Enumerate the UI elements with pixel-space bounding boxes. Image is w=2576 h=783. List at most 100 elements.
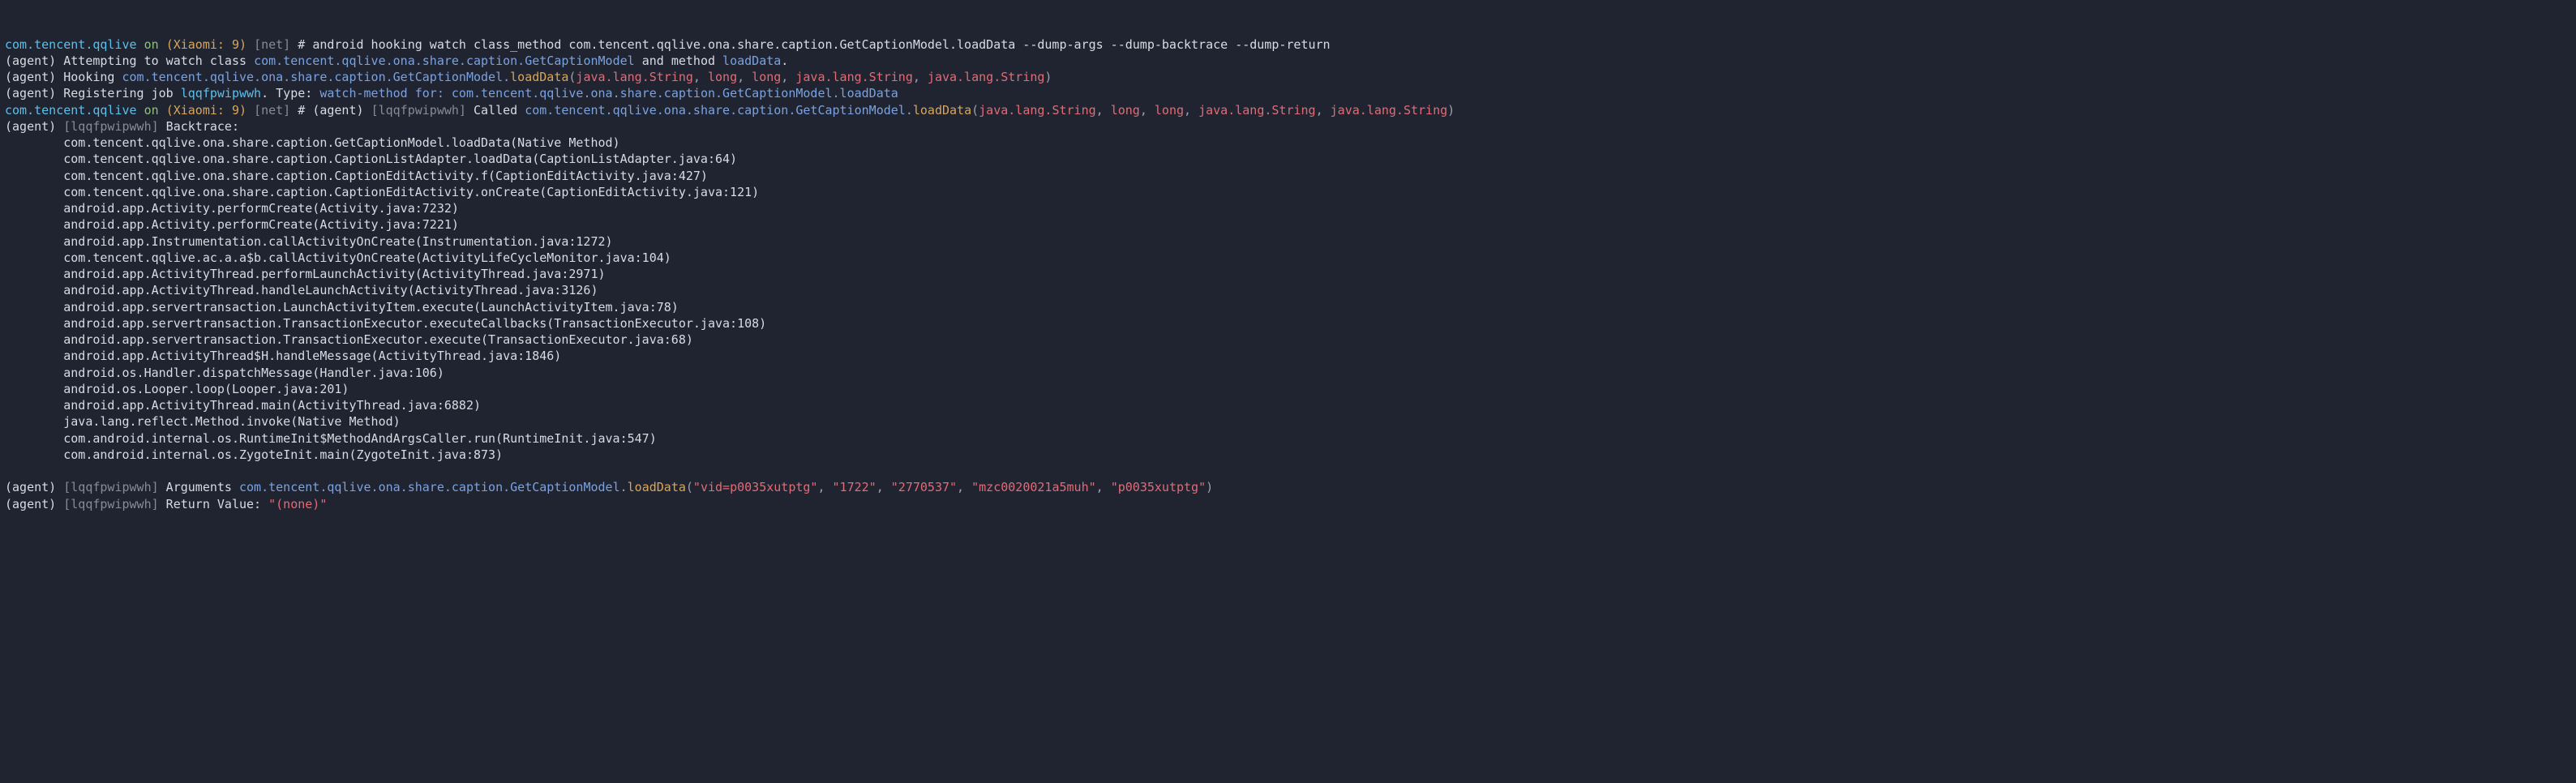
arg-type: long [1111,103,1140,118]
arg-value: "2770537" [891,480,957,494]
arg-type: java.lang.String [1331,103,1448,118]
agent-tag: (agent) [5,86,63,101]
prompt-scope: [net] [254,103,290,118]
prompt-hash: # [298,37,305,52]
prompt-on: on [144,103,159,118]
log-text: , [957,480,971,494]
method-name: loadData [628,480,686,494]
log-text: , [693,70,708,84]
prompt-app: com.tencent.qqlive [5,37,137,52]
prompt-scope: [net] [254,37,290,52]
agent-tag: (agent) [5,53,63,68]
log-text: , [1184,103,1198,118]
agent-tag: (agent) [5,480,63,494]
backtrace-frame: com.tencent.qqlive.ona.share.caption.Get… [5,135,620,150]
arg-type: java.lang.String [576,70,693,84]
log-text: , [1140,103,1155,118]
job-type: watch-method [319,86,407,101]
job-tag: [lqqfpwipwwh] [63,497,158,511]
return-value: "(none)" [268,497,327,511]
log-text: , [1316,103,1331,118]
method-name: loadData [722,53,781,68]
arg-type: long [752,70,781,84]
backtrace-frame: android.app.Instrumentation.callActivity… [5,234,613,249]
backtrace-frame: com.tencent.qqlive.ona.share.caption.Cap… [5,152,737,166]
backtrace-frame: android.app.Activity.performCreate(Activ… [5,217,459,232]
arg-type: long [708,70,737,84]
job-tag: [lqqfpwipwwh] [63,480,158,494]
log-text: Attempting to watch class [63,53,254,68]
backtrace-frame: android.app.Activity.performCreate(Activ… [5,201,459,216]
prompt-line: com.tencent.qqlive on (Xiaomi: 9) [net] … [5,37,1331,52]
backtrace-header: (agent) [lqqfpwipwwh] Backtrace: [5,119,239,134]
agent-tag: (agent) [312,103,371,118]
prompt-device: (Xiaomi: 9) [166,103,246,118]
class-name: com.tencent.qqlive.ona.share.caption.Get… [525,103,906,118]
job-tag: [lqqfpwipwwh] [63,119,158,134]
arg-type: java.lang.String [979,103,1096,118]
log-line-attempt: (agent) Attempting to watch class com.te… [5,53,788,68]
backtrace-frame: android.app.ActivityThread$H.handleMessa… [5,349,561,363]
backtrace-frame: android.app.servertransaction.Transactio… [5,332,693,347]
backtrace-frame: android.app.servertransaction.LaunchActi… [5,300,679,314]
log-text: . [620,480,628,494]
job-tag: [lqqfpwipwwh] [371,103,466,118]
arg-type: java.lang.String [1198,103,1316,118]
log-text: . Type: [261,86,319,101]
log-text: Hooking [63,70,122,84]
log-text: ( [971,103,979,118]
backtrace-frame: android.app.servertransaction.Transactio… [5,316,766,331]
log-text: ) [1447,103,1455,118]
backtrace-frame: com.android.internal.os.ZygoteInit.main(… [5,447,503,462]
log-text: , [913,70,928,84]
log-text: Backtrace: [159,119,239,134]
backtrace-frame: android.os.Looper.loop(Looper.java:201) [5,382,349,396]
log-text: . [503,70,510,84]
arg-value: "vid=p0035xutptg" [693,480,818,494]
log-text: . [781,53,788,68]
log-text: , [737,70,752,84]
log-text: and method [635,53,722,68]
log-text: , [877,480,891,494]
arg-type: java.lang.String [795,70,913,84]
arg-value: "mzc0020021a5muh" [971,480,1096,494]
prompt-line: com.tencent.qqlive on (Xiaomi: 9) [net] … [5,103,1455,118]
log-text: , [817,480,832,494]
target-method: com.tencent.qqlive.ona.share.caption.Get… [452,86,898,101]
log-line-register: (agent) Registering job lqqfpwipwwh. Typ… [5,86,898,101]
log-line-hooking: (agent) Hooking com.tencent.qqlive.ona.s… [5,70,1052,84]
backtrace-frame: android.app.ActivityThread.performLaunch… [5,267,606,281]
arg-type: long [1155,103,1184,118]
return-value-line: (agent) [lqqfpwipwwh] Return Value: "(no… [5,497,327,511]
log-text: . [906,103,913,118]
class-name: com.tencent.qqlive.ona.share.caption.Get… [239,480,620,494]
arg-type: java.lang.String [928,70,1045,84]
backtrace-frame: com.tencent.qqlive.ona.share.caption.Cap… [5,169,708,183]
log-text: Called [466,103,525,118]
log-text: for: [408,86,452,101]
log-text: ) [1044,70,1052,84]
backtrace-frame: com.tencent.qqlive.ona.share.caption.Cap… [5,185,759,199]
agent-tag: (agent) [5,497,63,511]
command-text[interactable]: android hooking watch class_method com.t… [312,37,1330,52]
method-name: loadData [510,70,568,84]
backtrace-frame: com.android.internal.os.RuntimeInit$Meth… [5,431,657,446]
arg-value: "p0035xutptg" [1111,480,1206,494]
log-text: , [781,70,795,84]
class-name: com.tencent.qqlive.ona.share.caption.Get… [254,53,635,68]
arguments-line: (agent) [lqqfpwipwwh] Arguments com.tenc… [5,480,1213,494]
class-name: com.tencent.qqlive.ona.share.caption.Get… [122,70,504,84]
agent-tag: (agent) [5,119,63,134]
backtrace-frame: android.os.Handler.dispatchMessage(Handl… [5,366,444,380]
backtrace-frame: android.app.ActivityThread.handleLaunchA… [5,283,598,297]
log-text: , [1096,480,1111,494]
terminal-output[interactable]: com.tencent.qqlive on (Xiaomi: 9) [net] … [5,36,2571,512]
backtrace-frame: android.app.ActivityThread.main(Activity… [5,398,481,413]
prompt-on: on [144,37,159,52]
log-text: Arguments [159,480,239,494]
log-text: ) [1206,480,1213,494]
method-name: loadData [913,103,971,118]
agent-tag: (agent) [5,70,63,84]
prompt-app: com.tencent.qqlive [5,103,137,118]
job-id: lqqfpwipwwh [181,86,261,101]
